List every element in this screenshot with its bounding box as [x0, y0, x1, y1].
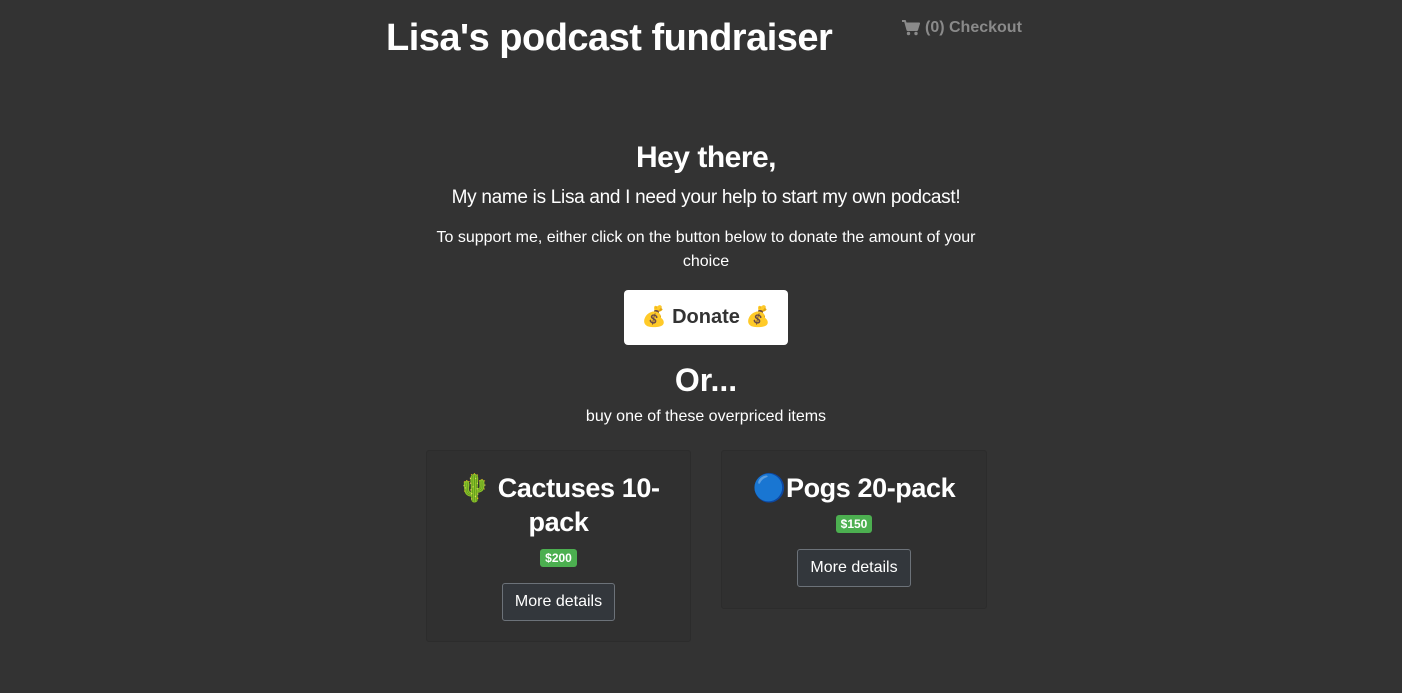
more-details-button[interactable]: More details: [501, 583, 616, 621]
price-badge: $150: [835, 515, 873, 533]
greeting-heading: Hey there,: [635, 141, 777, 174]
support-text: To support me, either click on the butto…: [436, 229, 976, 270]
items-subtext: buy one of these overpriced items: [585, 408, 827, 425]
donate-button[interactable]: 💰 Donate 💰: [624, 290, 788, 345]
more-details-button[interactable]: More details: [797, 549, 911, 587]
hero-section: Hey there, My name is Lisa and I need yo…: [406, 138, 1006, 431]
price-badge: $200: [540, 549, 577, 567]
checkout-link[interactable]: (0) Checkout: [902, 18, 1022, 38]
product-title: 🌵 Cactuses 10-pack: [457, 473, 660, 537]
product-card-pogs: 🔵Pogs 20-pack $150 More details: [721, 450, 987, 609]
intro-text: My name is Lisa and I need your help to …: [451, 187, 961, 208]
shopping-cart-icon: [902, 20, 920, 36]
product-card-cactuses: 🌵 Cactuses 10-pack $200 More details: [426, 450, 691, 642]
product-title: 🔵Pogs 20-pack: [752, 473, 956, 503]
checkout-label: (0) Checkout: [925, 19, 1022, 36]
page: Lisa's podcast fundraiser (0) Checkout H…: [0, 0, 1402, 693]
or-heading: Or...: [674, 362, 738, 398]
site-title: Lisa's podcast fundraiser: [386, 17, 833, 59]
